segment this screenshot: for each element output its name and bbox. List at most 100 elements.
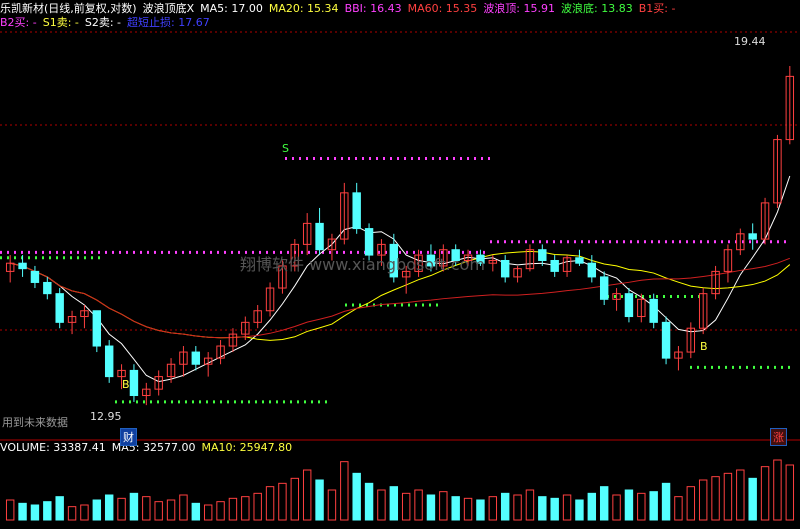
volume-bar-27 bbox=[340, 461, 349, 521]
volume-bar-12 bbox=[154, 501, 163, 521]
candle-body-53 bbox=[661, 321, 671, 359]
volume-legend: VOLUME: 33387.41 MA5: 32577.00 MA10: 25947… bbox=[0, 441, 298, 455]
volume-bar-45 bbox=[562, 494, 572, 521]
volume-bar-25 bbox=[315, 479, 324, 521]
volume-bar-22 bbox=[278, 482, 287, 521]
volume-bar-18 bbox=[228, 497, 238, 521]
candle-body-3 bbox=[43, 281, 52, 295]
volume-bar-37 bbox=[463, 497, 473, 521]
volume-bar-51 bbox=[637, 492, 646, 521]
candles bbox=[5, 66, 795, 406]
volume-bar-19 bbox=[241, 496, 250, 521]
candle-body-29 bbox=[364, 228, 374, 256]
volume-bar-41 bbox=[513, 494, 522, 521]
volume-bars bbox=[5, 459, 795, 521]
volume-bar-30 bbox=[377, 489, 386, 521]
volume-bar-50 bbox=[624, 489, 634, 521]
volume-bar-43 bbox=[538, 496, 547, 521]
volume-bar-20 bbox=[253, 492, 262, 521]
volume-bar-38 bbox=[476, 499, 485, 521]
candle-body-7 bbox=[92, 310, 102, 347]
bbi-value: BBI: 16.43 bbox=[344, 2, 402, 15]
volume-bar-47 bbox=[587, 492, 597, 521]
candle-body-44 bbox=[550, 259, 559, 272]
volume-bar-46 bbox=[575, 499, 584, 521]
volume-bar-8 bbox=[104, 494, 114, 521]
volume-bar-16 bbox=[203, 504, 213, 521]
candle-body-46 bbox=[575, 257, 584, 264]
candle-body-28 bbox=[352, 192, 361, 230]
volume-bar-9 bbox=[117, 497, 126, 521]
volume-bar-15 bbox=[191, 502, 201, 521]
wave-top-value: 波浪顶: 15.91 bbox=[483, 2, 556, 15]
volume-bar-28 bbox=[352, 472, 361, 521]
candle-body-48 bbox=[599, 276, 609, 300]
b2-buy-value: B2买: - bbox=[0, 16, 37, 29]
volume-bar-26 bbox=[327, 489, 337, 521]
buy-signal-b-1: B bbox=[122, 378, 130, 391]
finance-badge[interactable]: 财 bbox=[120, 428, 137, 446]
volume-bar-2 bbox=[30, 504, 40, 521]
sell-signal-s: S bbox=[282, 142, 289, 155]
candle-body-47 bbox=[587, 262, 597, 278]
candle-body-15 bbox=[191, 351, 201, 365]
volume-bar-29 bbox=[364, 482, 374, 521]
s2-sell-value: S2卖: - bbox=[84, 16, 122, 29]
buy-signal-b-2: B bbox=[700, 340, 708, 353]
volume-bar-31 bbox=[389, 486, 399, 521]
volume-bar-59 bbox=[736, 469, 745, 521]
volume-bar-52 bbox=[649, 491, 658, 521]
volume-bar-0 bbox=[5, 499, 15, 521]
volume-bar-5 bbox=[67, 506, 77, 521]
low-price-label: 12.95 bbox=[90, 410, 122, 423]
volume-bar-35 bbox=[439, 491, 448, 521]
candle-body-50 bbox=[624, 293, 634, 318]
volume-bar-7 bbox=[92, 499, 102, 521]
volume-ma10: MA10: 25947.80 bbox=[201, 441, 293, 454]
volume-bar-44 bbox=[550, 497, 559, 521]
indicator-name: 波浪顶底X bbox=[142, 2, 195, 15]
volume-bar-17 bbox=[216, 501, 225, 521]
volume-bar-34 bbox=[426, 494, 436, 521]
stock-title: 乐凯新材(日线,前复权,对数) bbox=[0, 2, 137, 15]
ma60-value: MA60: 15.35 bbox=[407, 2, 478, 15]
volume-bar-55 bbox=[686, 486, 696, 521]
header-legend-2: B2买: - S1卖: - S2卖: - 超短止损: 17.67 bbox=[0, 16, 216, 30]
wave-bottom-value: 波浪底: 13.83 bbox=[561, 2, 633, 15]
candle-body-52 bbox=[649, 298, 658, 323]
rise-badge[interactable]: 涨 bbox=[770, 428, 787, 446]
header-legend: 乐凯新材(日线,前复权,对数) 波浪顶底X MA5: 17.00 MA20: 15.3… bbox=[0, 2, 681, 16]
super-stop-value: 超短止损: 17.67 bbox=[127, 16, 210, 29]
volume-bar-49 bbox=[612, 494, 621, 521]
volume-bar-58 bbox=[723, 472, 733, 521]
ma20-value: MA20: 15.34 bbox=[268, 2, 339, 15]
volume-bar-13 bbox=[166, 499, 176, 521]
candle-body-60 bbox=[748, 233, 757, 240]
high-price-label: 19.44 bbox=[734, 35, 766, 48]
watermark: 翔博软件 www.xiangbosoft.com bbox=[240, 255, 485, 274]
candle-body-43 bbox=[538, 249, 547, 261]
volume-bar-24 bbox=[302, 469, 312, 521]
volume-bar-40 bbox=[500, 492, 510, 521]
candle-body-4 bbox=[55, 293, 64, 323]
volume-bar-60 bbox=[748, 477, 757, 521]
volume-bar-21 bbox=[265, 486, 275, 521]
candle-body-10 bbox=[129, 369, 139, 397]
chart-grid bbox=[0, 31, 800, 441]
future-data-note: 用到未来数据 bbox=[2, 415, 68, 429]
volume-bar-33 bbox=[414, 489, 423, 521]
volume-bar-62 bbox=[773, 459, 782, 521]
volume-bar-1 bbox=[18, 502, 27, 521]
b1-buy-value: B1买: - bbox=[638, 2, 676, 15]
candle-body-2 bbox=[30, 270, 40, 283]
candle-body-8 bbox=[104, 345, 114, 378]
s1-sell-value: S1卖: - bbox=[42, 16, 79, 29]
volume-bar-10 bbox=[129, 492, 139, 521]
volume-bar-32 bbox=[401, 492, 411, 521]
volume-bar-48 bbox=[599, 486, 609, 521]
moving-average-lines bbox=[10, 175, 791, 383]
volume-bar-61 bbox=[760, 466, 770, 521]
volume-bar-11 bbox=[142, 496, 151, 521]
volume-bar-23 bbox=[290, 477, 300, 521]
ma5-value: MA5: 17.00 bbox=[200, 2, 263, 15]
